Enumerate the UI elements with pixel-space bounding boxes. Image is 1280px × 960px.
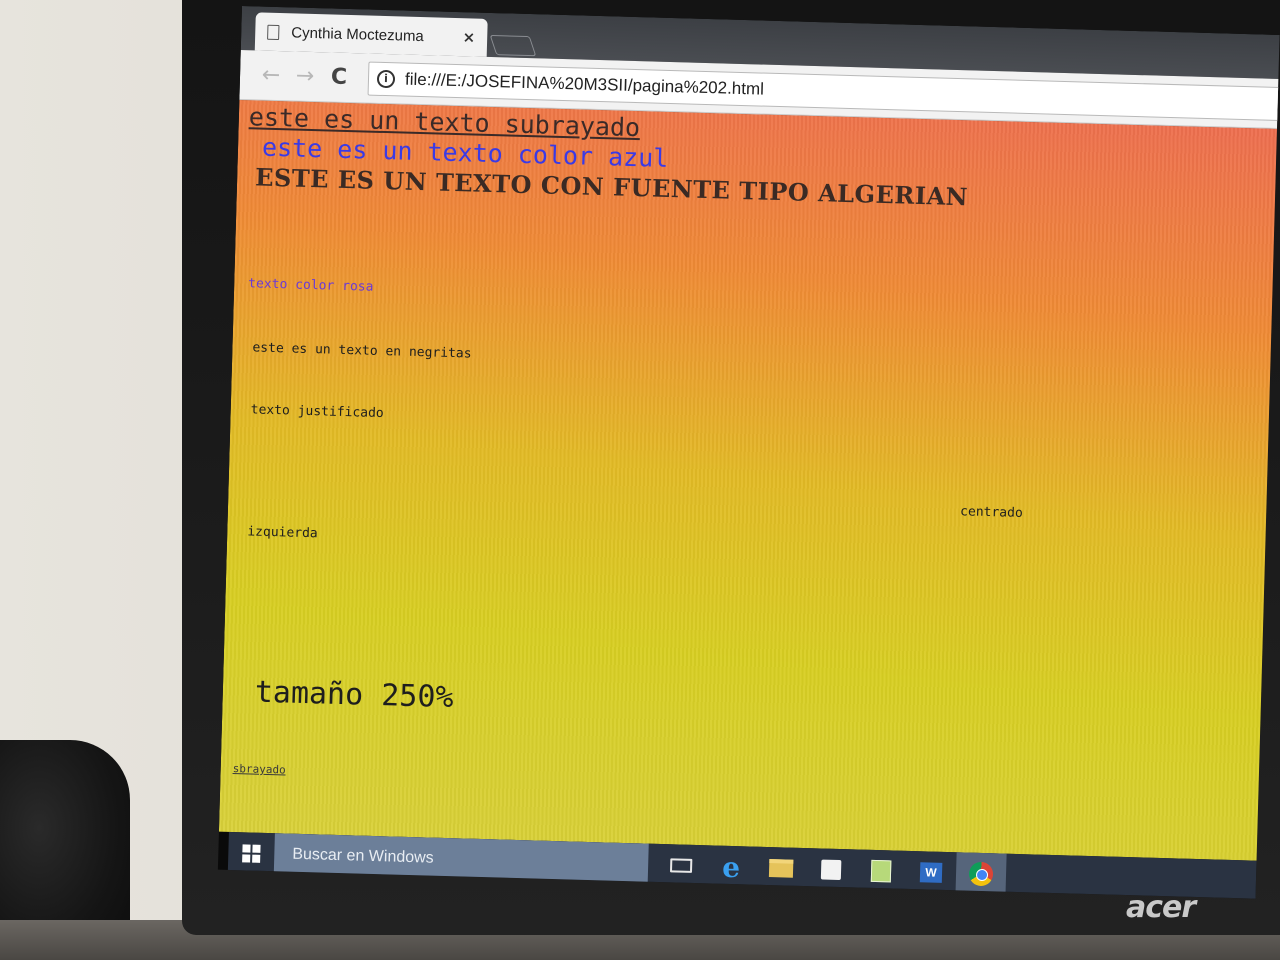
page-icon	[267, 24, 280, 40]
screen-scanlines	[218, 99, 1280, 862]
notepad-icon	[870, 859, 892, 883]
chrome-button[interactable]	[955, 852, 1007, 896]
edge-icon: e	[721, 850, 741, 884]
browser-window: Cynthia Moctezuma × ← → C i file:///E:/J…	[218, 6, 1280, 862]
store-button[interactable]	[806, 848, 857, 891]
start-button[interactable]	[228, 832, 275, 875]
forward-button[interactable]: →	[288, 63, 323, 90]
task-view-button[interactable]	[656, 844, 707, 887]
left-text: izquierda	[247, 524, 318, 542]
url-text[interactable]: file:///E:/JOSEFINA%20M3SII/pagina%202.h…	[405, 69, 764, 99]
screen: Cynthia Moctezuma × ← → C i file:///E:/J…	[217, 6, 1280, 899]
info-icon[interactable]: i	[376, 69, 396, 88]
task-view-icon	[669, 858, 693, 873]
reload-button[interactable]: C	[322, 64, 357, 90]
page-viewport: este es un texto subrayado este es un te…	[218, 99, 1280, 862]
underlined-small-text: sbrayado	[232, 762, 286, 777]
notepad-button[interactable]	[856, 849, 907, 892]
tab-close-icon[interactable]: ×	[462, 28, 475, 46]
file-explorer-button[interactable]	[756, 847, 807, 890]
tab-title: Cynthia Moctezuma	[291, 23, 425, 45]
edge-button[interactable]: e	[706, 845, 757, 888]
new-tab-button[interactable]	[489, 34, 537, 57]
bold-text: este es un texto en negritas	[252, 340, 472, 362]
back-button[interactable]: ←	[254, 62, 289, 89]
browser-tab[interactable]: Cynthia Moctezuma ×	[254, 12, 488, 57]
word-icon: W	[919, 862, 943, 883]
windows-logo-icon	[242, 844, 261, 863]
size-250-text: tamaño 250%	[254, 674, 454, 716]
centered-text: centrado	[959, 504, 1023, 521]
folder-icon	[768, 859, 794, 878]
chrome-icon	[968, 861, 994, 887]
justified-text: texto justificado	[250, 402, 384, 422]
store-icon	[820, 859, 842, 881]
word-button[interactable]: W	[905, 851, 956, 894]
pink-text: texto color rosa	[248, 276, 374, 295]
search-placeholder: Buscar en Windows	[292, 845, 434, 867]
